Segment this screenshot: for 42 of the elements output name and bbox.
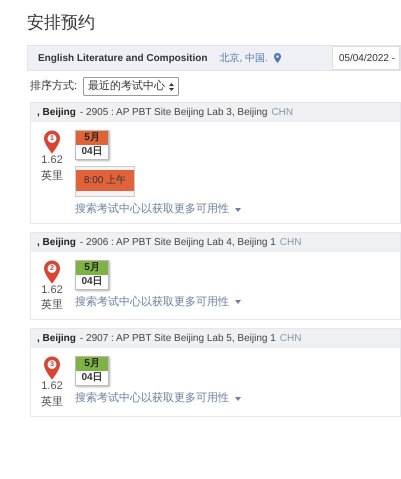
city-name: , Beijing bbox=[37, 106, 76, 120]
select-arrows-icon bbox=[169, 82, 174, 90]
location-pin-icon bbox=[274, 53, 281, 64]
search-availability-link[interactable]: 搜索考试中心以获取更多可用性 bbox=[75, 202, 229, 216]
day-label: 04日 bbox=[76, 274, 108, 288]
distance: 1.62 bbox=[41, 380, 63, 394]
date-field[interactable]: 05/04/2022 - bbox=[332, 46, 400, 70]
city-name: , Beijing bbox=[37, 332, 76, 346]
country-code: CHN bbox=[271, 106, 294, 120]
search-availability-link[interactable]: 搜索考试中心以获取更多可用性 bbox=[75, 392, 229, 406]
center-detail: - 2905 : AP PBT Site Beijing Lab 3, Beijing bbox=[80, 106, 268, 120]
date-badge[interactable]: 5月 04日 bbox=[75, 260, 109, 290]
exam-name: English Literature and Composition bbox=[38, 52, 208, 66]
caret-icon bbox=[235, 300, 241, 304]
month-label: 5月 bbox=[76, 130, 108, 145]
search-availability-link[interactable]: 搜索考试中心以获取更多可用性 bbox=[75, 296, 229, 310]
country-code: CHN bbox=[280, 236, 302, 250]
time-slot-button[interactable]: 8:00 上午 bbox=[76, 170, 134, 191]
country-code: CHN bbox=[280, 332, 302, 346]
location-link[interactable]: 北京, 中国. bbox=[219, 50, 268, 66]
center-detail: - 2907 : AP PBT Site Beijing Lab 5, Beijing 1 bbox=[80, 332, 276, 346]
caret-icon bbox=[235, 208, 241, 212]
distance-unit: 英里 bbox=[41, 299, 63, 313]
date-badge[interactable]: 5月 04日 bbox=[75, 130, 109, 160]
month-label: 5月 bbox=[76, 260, 108, 274]
date-badge[interactable]: 5月 04日 bbox=[75, 356, 109, 386]
day-label: 04日 bbox=[76, 144, 108, 159]
center-detail: - 2906 : AP PBT Site Beijing Lab 4, Beijing 1 bbox=[80, 236, 276, 250]
day-label: 04日 bbox=[76, 371, 108, 385]
sort-label: 排序方式: bbox=[30, 78, 78, 94]
map-pin-icon bbox=[44, 130, 60, 154]
city-name: , Beijing bbox=[37, 236, 76, 250]
distance: 1.62 bbox=[41, 284, 63, 298]
map-pin-icon bbox=[44, 260, 60, 284]
distance-unit: 英里 bbox=[41, 396, 63, 410]
distance-unit: 英里 bbox=[41, 170, 63, 184]
month-label: 5月 bbox=[76, 357, 108, 371]
sort-select[interactable]: 最近的考试中心 bbox=[83, 77, 180, 96]
distance: 1.62 bbox=[41, 154, 63, 168]
caret-icon bbox=[235, 396, 241, 401]
map-pin-icon bbox=[44, 356, 60, 380]
page-title: 安排预约 bbox=[27, 12, 96, 34]
